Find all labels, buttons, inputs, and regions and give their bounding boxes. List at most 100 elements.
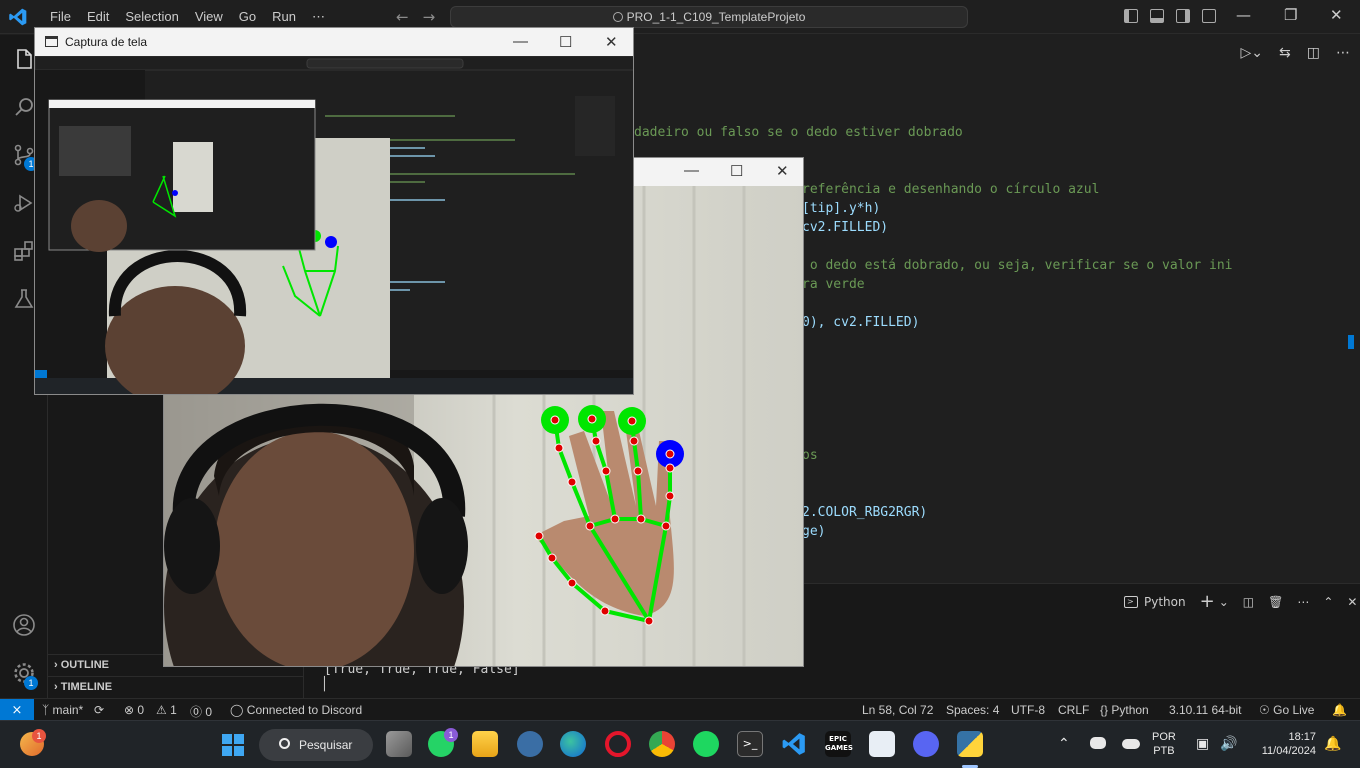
split-editor-icon[interactable]: ◫ [1307,45,1320,61]
code-line-2[interactable]: referência e desenhando o círculo azul [802,182,1099,197]
discord-status[interactable]: ◯ Connected to Discord [230,703,362,717]
cursor-position[interactable]: Ln 58, Col 72 [862,703,933,717]
timeline-section[interactable]: › TIMELINE [48,676,304,698]
windows-start-icon[interactable] [221,733,245,757]
explorer-icon[interactable] [12,47,36,71]
menu-bar: File Edit Selection View Go Run ⋯ [42,9,333,25]
maximize-button[interactable]: ☐ [559,33,572,51]
language-mode[interactable]: {} Python [1100,703,1149,717]
line-ending[interactable]: CRLF [1058,703,1089,717]
notifications-bell-icon[interactable]: 🔔 [1332,703,1347,717]
opera-icon[interactable] [605,731,631,757]
back-arrow-icon[interactable]: ← [396,8,423,26]
open-changes-icon[interactable]: ⇆ [1279,45,1291,61]
run-python-file-icon[interactable]: ▷⌄ [1241,45,1264,61]
go-live[interactable]: ☉ Go Live [1259,703,1314,717]
forward-arrow-icon[interactable]: → [423,8,450,26]
discord-icon[interactable] [913,731,939,757]
maximize-button[interactable]: ☐ [730,162,743,180]
photo-viewer-icon[interactable] [869,731,895,757]
restore-button[interactable]: ❐ [1284,6,1297,24]
terminal-name[interactable]: Python [1144,595,1186,609]
discord-tray-icon[interactable] [1090,737,1106,749]
settings-gear-icon[interactable] [517,731,543,757]
command-center[interactable]: PRO_1-1_C109_TemplateProjeto [450,6,968,28]
minimize-button[interactable]: — [513,33,528,50]
chevron-right-icon: › [54,659,61,671]
close-button[interactable]: ✕ [1330,6,1343,24]
remote-indicator-icon[interactable]: ⨯ [0,699,34,721]
sync-icon[interactable]: ⟳ [94,703,104,717]
code-line-3[interactable]: [tip].y*h) [802,201,880,216]
code-line-8[interactable]: os [802,448,818,463]
branch-name: main* [52,703,84,717]
python-icon[interactable] [957,731,983,757]
chrome-icon[interactable] [649,731,675,757]
epic-games-icon[interactable]: EPIC GAMES [825,731,853,757]
search-icon[interactable] [12,95,36,119]
code-line-1[interactable]: dadeiro ou falso se o dedo estiver dobra… [634,125,963,140]
go-live-label: Go Live [1273,703,1315,717]
taskbar-search[interactable]: Pesquisar [259,729,373,761]
notification-bell-icon[interactable]: 🔔 [1324,735,1341,752]
code-line-4[interactable]: cv2.FILLED) [802,220,888,235]
menu-selection[interactable]: Selection [117,9,186,25]
run-debug-icon[interactable] [12,191,36,215]
code-line-6[interactable]: ra verde [802,277,865,292]
menu-run[interactable]: Run [264,9,304,25]
accounts-icon[interactable] [12,613,36,637]
terminal-icon[interactable]: >_ [737,731,763,757]
indentation[interactable]: Spaces: 4 [946,703,999,717]
testing-flask-icon[interactable] [12,287,36,311]
ports-count[interactable]: ⓪ 0 [190,703,212,720]
code-line-9[interactable]: 2.COLOR_RBG2RGR) [802,505,927,520]
maximize-panel-chevron-up-icon[interactable]: ⌃ [1323,595,1333,609]
edge-browser-icon[interactable] [560,731,586,757]
outline-label: OUTLINE [60,659,110,671]
show-hidden-icons-chevron-icon[interactable]: ⌃ [1058,735,1070,752]
kill-terminal-trash-icon[interactable]: 🗑 [1268,595,1283,609]
onedrive-cloud-icon[interactable] [1122,739,1140,749]
vscode-icon[interactable] [781,731,807,757]
menu-more[interactable]: ⋯ [304,9,333,25]
volume-icon[interactable]: 🔊 [1220,735,1237,752]
close-button[interactable]: ✕ [776,162,789,180]
language-indicator[interactable]: POR PTB [1152,730,1176,758]
layout-controls [1124,9,1216,23]
network-icon[interactable]: ▣ [1196,735,1209,752]
branch-status[interactable]: ᛉ main* [42,703,83,717]
panel-actions: > Python + ⌄ ◫ 🗑 ⋯ ⌃ ✕ [1124,591,1357,612]
spotify-icon[interactable] [693,731,719,757]
nav-arrows: ←→ [396,8,449,26]
menu-file[interactable]: File [42,9,79,25]
clock[interactable]: 18:17 11/04/2024 [1252,730,1316,758]
close-button[interactable]: ✕ [605,33,618,51]
errors-count[interactable]: ⊗ 0 [124,703,144,717]
close-panel-icon[interactable]: ✕ [1347,595,1357,609]
customize-layout-icon[interactable] [1202,9,1216,23]
new-terminal-button[interactable]: + [1200,591,1215,612]
toggle-secondary-sidebar-icon[interactable] [1176,9,1190,23]
extensions-icon[interactable] [12,239,36,263]
split-terminal-icon[interactable]: ◫ [1243,595,1254,609]
menu-edit[interactable]: Edit [79,9,117,25]
encoding[interactable]: UTF-8 [1011,703,1045,717]
code-line-7[interactable]: 0), cv2.FILLED) [802,315,919,330]
language-label: Python [1111,703,1149,717]
code-line-10[interactable]: ge) [802,524,825,539]
file-explorer-icon[interactable] [472,731,498,757]
python-interpreter[interactable]: 3.10.11 64-bit [1169,703,1242,717]
toggle-panel-icon[interactable] [1150,9,1164,23]
terminal-dropdown-chevron-icon[interactable]: ⌄ [1219,595,1229,609]
minimize-button[interactable]: — [1236,6,1251,24]
more-actions-icon[interactable]: ⋯ [1297,595,1309,609]
more-actions-icon[interactable]: ⋯ [1336,45,1350,61]
task-view-icon[interactable] [386,731,412,757]
code-line-5[interactable]: o dedo está dobrado, ou seja, verificar … [802,258,1233,273]
warnings-count[interactable]: ⚠ 1 [156,703,177,717]
screen-capture-window[interactable]: Captura de tela — ☐ ✕ [34,27,634,395]
minimize-button[interactable]: — [684,162,699,179]
menu-view[interactable]: View [187,9,231,25]
menu-go[interactable]: Go [231,9,264,25]
toggle-sidebar-icon[interactable] [1124,9,1138,23]
